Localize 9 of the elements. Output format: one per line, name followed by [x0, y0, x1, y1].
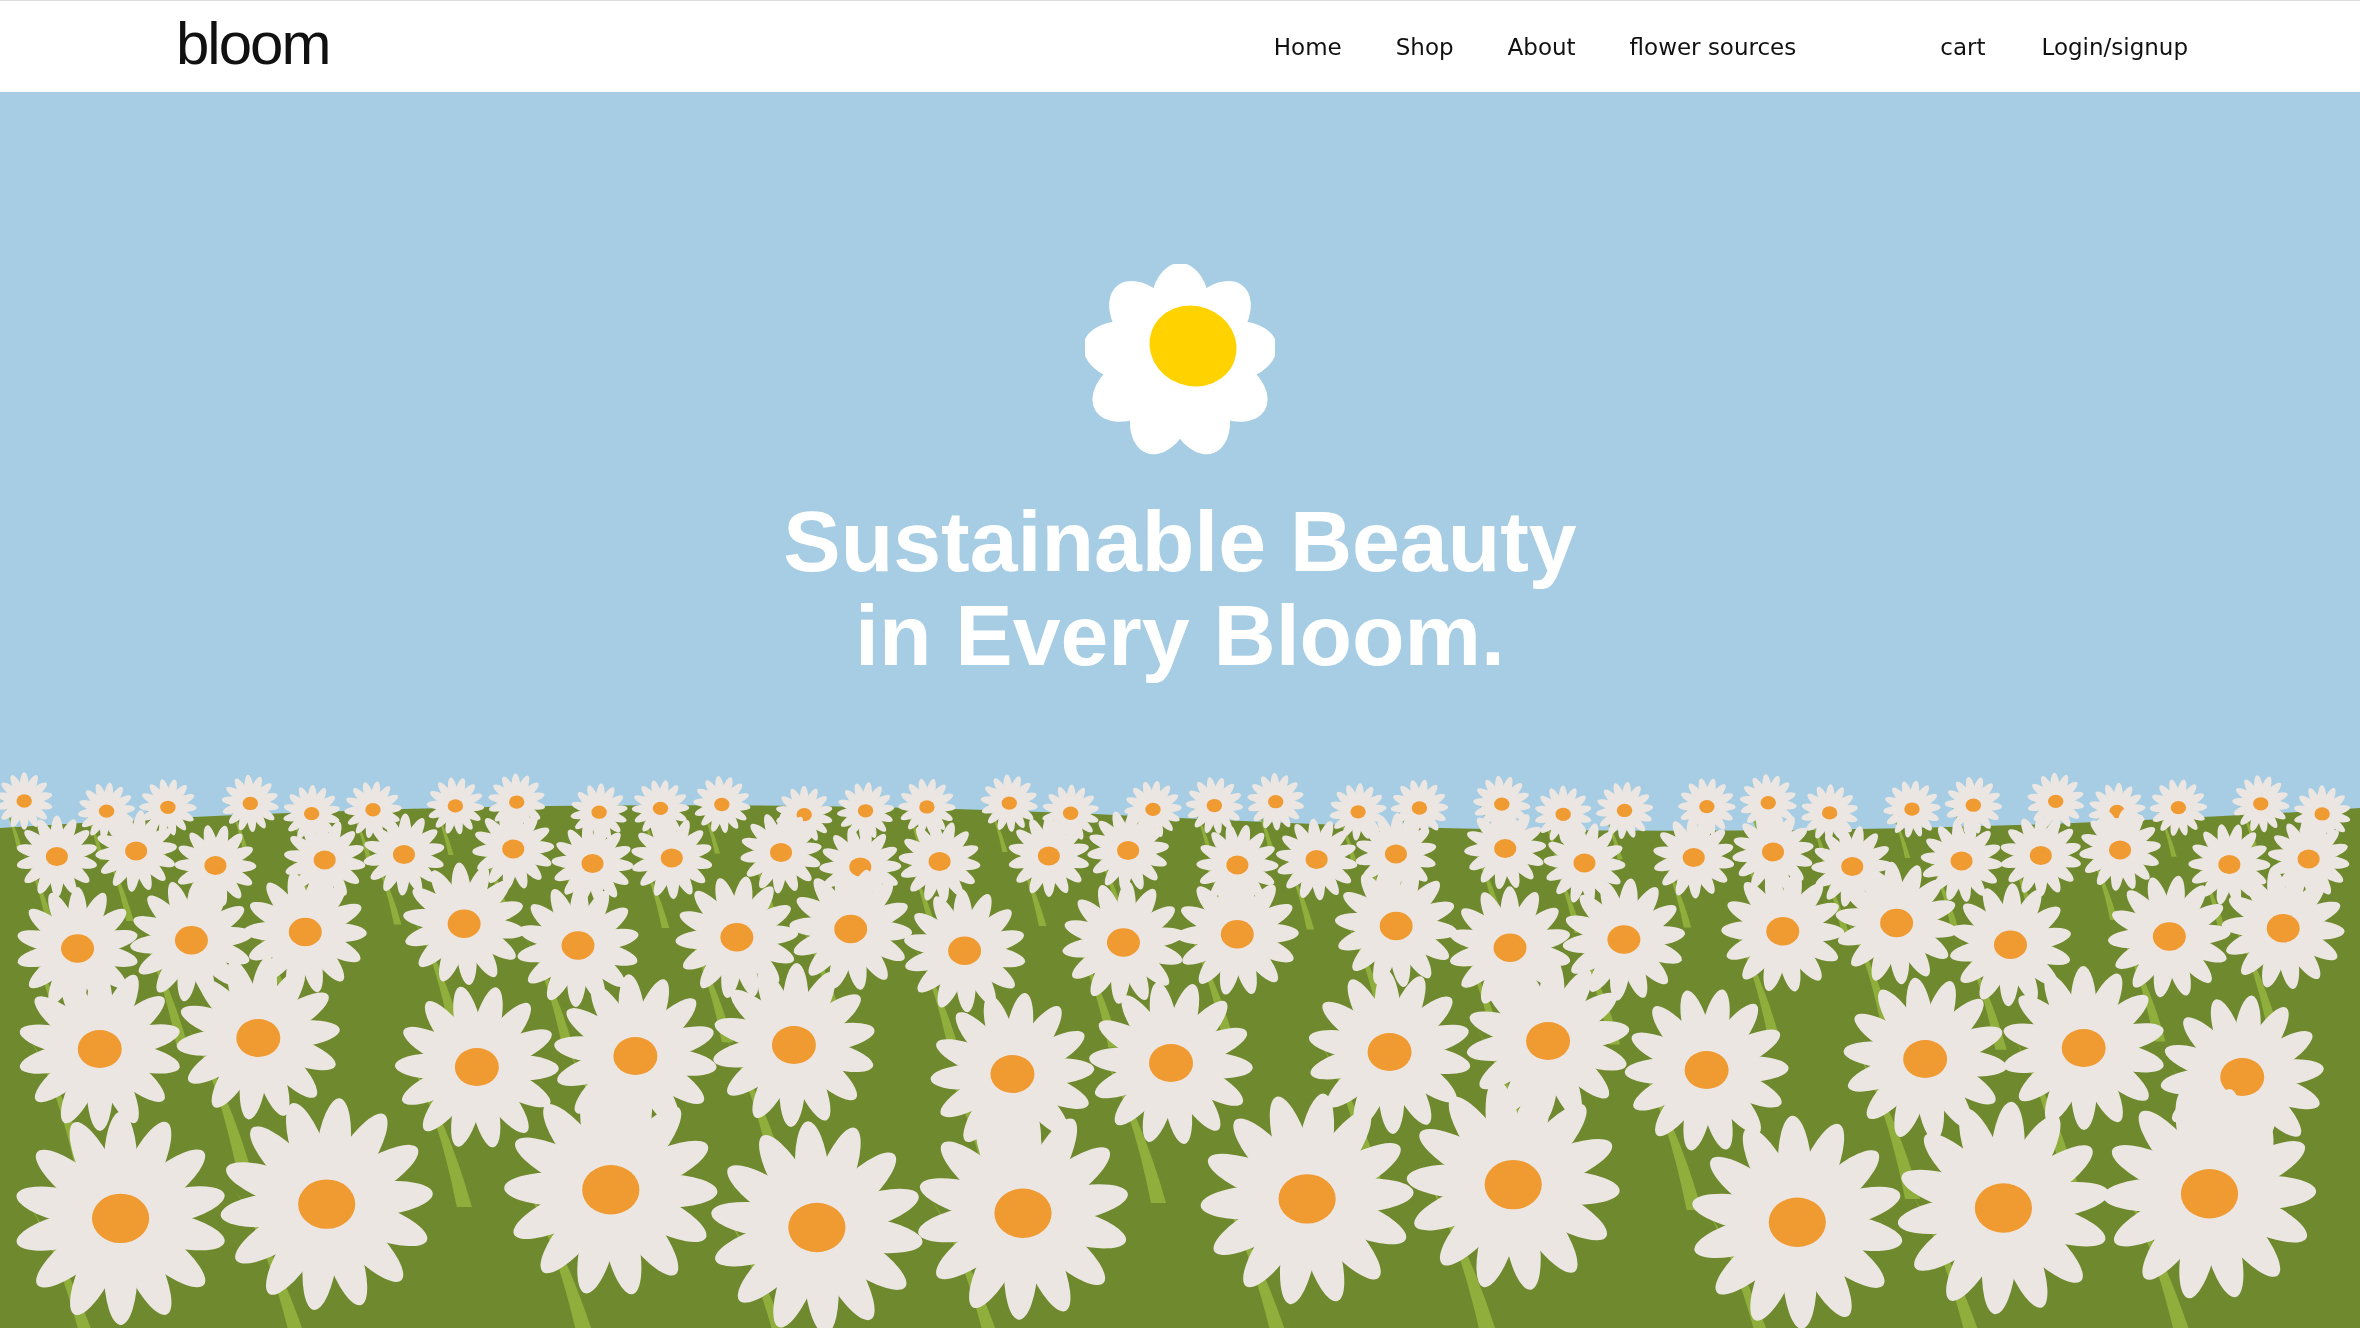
nav-link[interactable]: Home: [1273, 33, 1342, 60]
logo[interactable]: bloom: [176, 13, 330, 74]
headline: in Every Bloom.: [855, 588, 1505, 682]
login-link[interactable]: Login/signup: [2041, 33, 2188, 60]
headline: Sustainable Beauty: [783, 494, 1577, 588]
nav-link[interactable]: flower sources: [1629, 33, 1797, 60]
nav-link[interactable]: About: [1507, 33, 1576, 60]
nav-link[interactable]: Shop: [1395, 33, 1454, 60]
cart-link[interactable]: cart: [1940, 33, 1986, 60]
